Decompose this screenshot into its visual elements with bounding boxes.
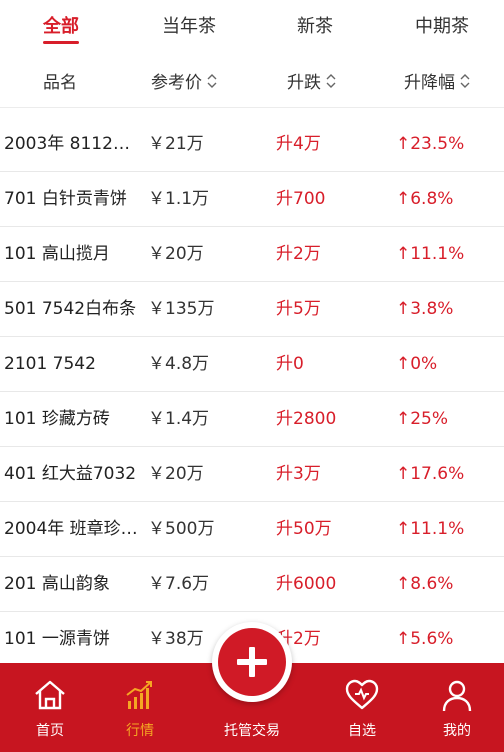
row-price: ￥1.1万 — [148, 189, 210, 209]
row-pct: ↑25% — [396, 409, 449, 429]
plus-icon — [218, 628, 286, 696]
column-change-sort[interactable]: 升跌 — [287, 68, 336, 93]
row-pct: ↑5.6% — [396, 629, 454, 649]
row-name: 101 珍藏方砖 — [4, 409, 110, 429]
column-change-label: 升跌 — [287, 73, 321, 93]
row-price: ￥20万 — [148, 464, 204, 484]
table-row[interactable]: 2003年 8112中… ￥21万 升4万 ↑23.5% — [0, 117, 504, 172]
row-change: 升0 — [276, 354, 304, 374]
home-icon — [0, 679, 100, 713]
row-name: 401 红大益7032 — [4, 464, 137, 484]
tea-price-list: 2003年 8112中… ￥21万 升4万 ↑23.5% 701 白针贡青饼 ￥… — [0, 117, 504, 667]
row-name: 201 高山韵象 — [4, 574, 110, 594]
row-change: 升2万 — [276, 244, 321, 264]
row-change: 升700 — [276, 189, 326, 209]
row-pct: ↑17.6% — [396, 464, 465, 484]
row-pct: ↑6.8% — [396, 189, 454, 209]
nav-favorites-label: 自选 — [348, 723, 376, 739]
row-name: 501 7542白布条 — [4, 299, 137, 319]
active-tab-indicator — [43, 41, 79, 44]
row-change: 升3万 — [276, 464, 321, 484]
nav-market[interactable]: 行情 — [90, 663, 190, 752]
nav-home[interactable]: 首页 — [0, 663, 100, 752]
sort-icon — [460, 73, 470, 89]
column-price-label: 参考价 — [151, 73, 202, 93]
category-tabs: 全部 当年茶 新茶 中期茶 — [0, 0, 504, 50]
column-header: 品名 参考价 升跌 升降幅 — [0, 52, 504, 108]
tab-current-year-tea[interactable]: 当年茶 — [162, 12, 216, 38]
column-pct-label: 升降幅 — [404, 73, 455, 93]
row-price: ￥21万 — [148, 134, 204, 154]
row-change: 升50万 — [276, 519, 332, 539]
column-pct-sort[interactable]: 升降幅 — [404, 68, 470, 93]
table-row[interactable]: 701 白针贡青饼 ￥1.1万 升700 ↑6.8% — [0, 172, 504, 227]
row-price: ￥500万 — [148, 519, 215, 539]
column-name: 品名 — [43, 68, 77, 93]
nav-trade-label: 托管交易 — [224, 723, 280, 739]
column-name-label: 品名 — [43, 73, 77, 93]
row-pct: ↑11.1% — [396, 519, 465, 539]
row-name: 2004年 班章珍… — [4, 519, 138, 539]
nav-home-label: 首页 — [36, 723, 64, 739]
nav-favorites[interactable]: 自选 — [312, 663, 412, 752]
column-price-sort[interactable]: 参考价 — [151, 68, 217, 93]
nav-mine[interactable]: 我的 — [407, 663, 504, 752]
row-name: 101 高山揽月 — [4, 244, 110, 264]
table-row[interactable]: 2101 7542 ￥4.8万 升0 ↑0% — [0, 337, 504, 392]
row-pct: ↑23.5% — [396, 134, 465, 154]
row-pct: ↑11.1% — [396, 244, 465, 264]
row-pct: ↑3.8% — [396, 299, 454, 319]
row-name: 2003年 8112中… — [4, 134, 146, 154]
tab-new-tea[interactable]: 新茶 — [297, 12, 333, 38]
tab-all[interactable]: 全部 — [43, 12, 79, 38]
table-row[interactable]: 501 7542白布条 ￥135万 升5万 ↑3.8% — [0, 282, 504, 337]
row-pct: ↑0% — [396, 354, 438, 374]
nav-mine-label: 我的 — [443, 723, 471, 739]
row-price: ￥20万 — [148, 244, 204, 264]
trade-fab-button[interactable] — [212, 622, 292, 702]
table-row[interactable]: 101 高山揽月 ￥20万 升2万 ↑11.1% — [0, 227, 504, 282]
row-price: ￥1.4万 — [148, 409, 210, 429]
row-pct: ↑8.6% — [396, 574, 454, 594]
row-change: 升5万 — [276, 299, 321, 319]
sort-icon — [207, 73, 217, 89]
user-icon — [407, 679, 504, 713]
row-change: 升2800 — [276, 409, 337, 429]
bar-chart-icon — [90, 679, 190, 713]
row-name: 2101 7542 — [4, 354, 96, 374]
nav-market-label: 行情 — [126, 723, 154, 739]
table-row[interactable]: 101 珍藏方砖 ￥1.4万 升2800 ↑25% — [0, 392, 504, 447]
row-change: 升4万 — [276, 134, 321, 154]
table-row[interactable]: 201 高山韵象 ￥7.6万 升6000 ↑8.6% — [0, 557, 504, 612]
table-row[interactable]: 401 红大益7032 ￥20万 升3万 ↑17.6% — [0, 447, 504, 502]
row-name: 701 白针贡青饼 — [4, 189, 127, 209]
row-price: ￥7.6万 — [148, 574, 210, 594]
row-change: 升6000 — [276, 574, 337, 594]
table-row[interactable]: 2004年 班章珍… ￥500万 升50万 ↑11.1% — [0, 502, 504, 557]
row-change: 升2万 — [276, 629, 321, 649]
row-name: 101 一源青饼 — [4, 629, 110, 649]
row-price: ￥135万 — [148, 299, 215, 319]
row-price: ￥4.8万 — [148, 354, 210, 374]
heart-icon — [312, 679, 412, 713]
sort-icon — [326, 73, 336, 89]
tab-mid-term-tea[interactable]: 中期茶 — [415, 12, 469, 38]
